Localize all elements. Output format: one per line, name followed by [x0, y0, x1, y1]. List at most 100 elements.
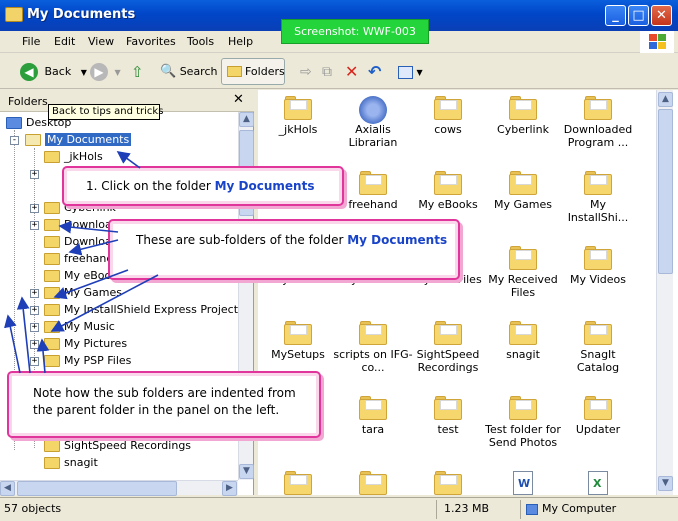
close-icon[interactable]: ✕	[233, 92, 244, 107]
tree-item-my-documents[interactable]: My Documents	[25, 131, 132, 148]
file-item-label: My Received Files	[488, 273, 558, 299]
scroll-thumb[interactable]	[17, 481, 177, 496]
tree-item-freehand[interactable]: freehand	[44, 250, 113, 267]
tree-item-my-music[interactable]: My Music	[44, 318, 115, 335]
expand-icon[interactable]: +	[30, 221, 39, 230]
file-item[interactable]: X	[558, 471, 638, 498]
folder-icon	[44, 457, 60, 469]
file-item[interactable]: _jkHols	[258, 96, 338, 136]
file-item[interactable]: Axialis Librarian	[333, 96, 413, 149]
file-item[interactable]: SnagIt Catalog	[558, 321, 638, 374]
file-item[interactable]: W	[483, 471, 563, 498]
folder-icon	[44, 270, 60, 282]
file-view: _jkHols Axialis Librarian cows Cyberlink Dow…	[258, 90, 678, 495]
expand-icon[interactable]: +	[30, 204, 39, 213]
folder-icon	[434, 396, 462, 420]
menu-file[interactable]: File	[22, 35, 40, 48]
tree-item-sightspeed[interactable]: SightSpeed Recordings	[44, 437, 191, 454]
close-button[interactable]: ✕	[651, 5, 672, 26]
search-button[interactable]: 🔍 Search	[160, 61, 217, 83]
undo-icon[interactable]: ↶	[368, 61, 381, 83]
excel-document-icon: X	[584, 471, 612, 495]
status-object-count: 57 objects	[4, 502, 62, 515]
axialis-app-icon	[359, 96, 387, 124]
file-item-label: My Games	[494, 198, 552, 211]
file-item[interactable]: My eBooks	[408, 171, 488, 211]
folders-hscrollbar[interactable]: ◀ ▶	[0, 480, 238, 496]
views-button[interactable]: ▼	[398, 61, 423, 83]
status-location: My Computer	[542, 502, 617, 515]
folder-icon	[434, 171, 462, 195]
copy-to-icon[interactable]: ⧉	[322, 61, 332, 83]
back-button[interactable]: ◀ Back ▼	[20, 61, 87, 83]
file-item[interactable]	[333, 471, 413, 498]
tree-item-jkhols[interactable]: _jkHols	[44, 148, 103, 165]
file-item[interactable]: SightSpeed Recordings	[408, 321, 488, 374]
file-item[interactable]: snagit	[483, 321, 563, 361]
file-item[interactable]: scripts on IFG-co...	[333, 321, 413, 374]
menu-help[interactable]: Help	[228, 35, 253, 48]
file-item[interactable]: Cyberlink	[483, 96, 563, 136]
file-item[interactable]: freehand	[333, 171, 413, 211]
file-item[interactable]: My Games	[483, 171, 563, 211]
scroll-up-icon[interactable]: ▲	[239, 112, 254, 127]
tree-item-my-pictures[interactable]: My Pictures	[44, 335, 127, 352]
scroll-left-icon[interactable]: ◀	[0, 481, 15, 496]
folder-icon	[284, 321, 312, 345]
menu-edit[interactable]: Edit	[54, 35, 75, 48]
move-to-icon[interactable]: ⇨	[300, 61, 312, 83]
menu-favorites[interactable]: Favorites	[126, 35, 176, 48]
file-item[interactable]: My Videos	[558, 246, 638, 286]
file-item[interactable]: My Received Files	[483, 246, 563, 299]
minimize-button[interactable]: _	[605, 5, 626, 26]
folder-icon	[584, 246, 612, 270]
file-item-label: Axialis Librarian	[348, 123, 398, 149]
folder-icon	[44, 236, 60, 248]
scroll-down-icon[interactable]: ▼	[239, 464, 254, 479]
file-item[interactable]: tara	[333, 396, 413, 436]
expand-icon[interactable]: +	[30, 323, 39, 332]
expand-icon[interactable]: +	[30, 289, 39, 298]
file-item[interactable]: test	[408, 396, 488, 436]
file-item[interactable]: My InstallShi...	[558, 171, 638, 224]
file-item[interactable]	[258, 471, 338, 498]
file-item[interactable]	[408, 471, 488, 498]
menu-view[interactable]: View	[88, 35, 114, 48]
chevron-down-icon: ▼	[114, 68, 121, 77]
file-item-label: test	[437, 423, 459, 436]
file-view-scrollbar[interactable]: ▲ ▼	[656, 90, 673, 495]
file-item[interactable]: MySetups	[258, 321, 338, 361]
menu-tools[interactable]: Tools	[187, 35, 214, 48]
expand-icon[interactable]: +	[30, 306, 39, 315]
tree-item-my-games[interactable]: My Games	[44, 284, 122, 301]
maximize-button[interactable]: □	[628, 5, 649, 26]
file-item[interactable]: Downloaded Program ...	[558, 96, 638, 149]
forward-button[interactable]: ▶ ▼	[90, 61, 121, 83]
scroll-thumb[interactable]	[658, 109, 673, 274]
collapse-icon[interactable]: -	[10, 136, 19, 145]
scroll-down-icon[interactable]: ▼	[658, 476, 673, 491]
file-item[interactable]: Test folder for Send Photos	[483, 396, 563, 449]
tree-item-my-psp-files[interactable]: My PSP Files	[44, 352, 131, 369]
file-item-label: SnagIt Catalog	[576, 348, 620, 374]
file-item-label: cows	[434, 123, 462, 136]
expand-icon[interactable]: +	[30, 357, 39, 366]
tree-item-snagit[interactable]: snagit	[44, 454, 98, 471]
folder-icon	[359, 471, 387, 495]
delete-icon[interactable]: ✕	[345, 61, 358, 83]
up-folder-icon[interactable]: ⇧	[131, 61, 144, 83]
file-item[interactable]: Updater	[558, 396, 638, 436]
folders-button[interactable]: Folders	[221, 58, 285, 85]
expand-icon[interactable]: +	[30, 340, 39, 349]
tree-item-my-installshield[interactable]: My InstallShield Express Projects	[44, 301, 244, 318]
folder-icon	[509, 396, 537, 420]
tree-item-my-ebooks[interactable]: My eBook	[44, 267, 118, 284]
scroll-up-icon[interactable]: ▲	[658, 92, 673, 107]
callout-subfolders: These are sub-folders of the folder My D…	[108, 219, 460, 280]
file-item[interactable]: cows	[408, 96, 488, 136]
folder-icon	[5, 7, 23, 22]
file-item-label: My InstallShi...	[567, 198, 629, 224]
file-item-label: Updater	[575, 423, 621, 436]
scroll-right-icon[interactable]: ▶	[222, 481, 237, 496]
expand-icon[interactable]: +	[30, 170, 39, 179]
